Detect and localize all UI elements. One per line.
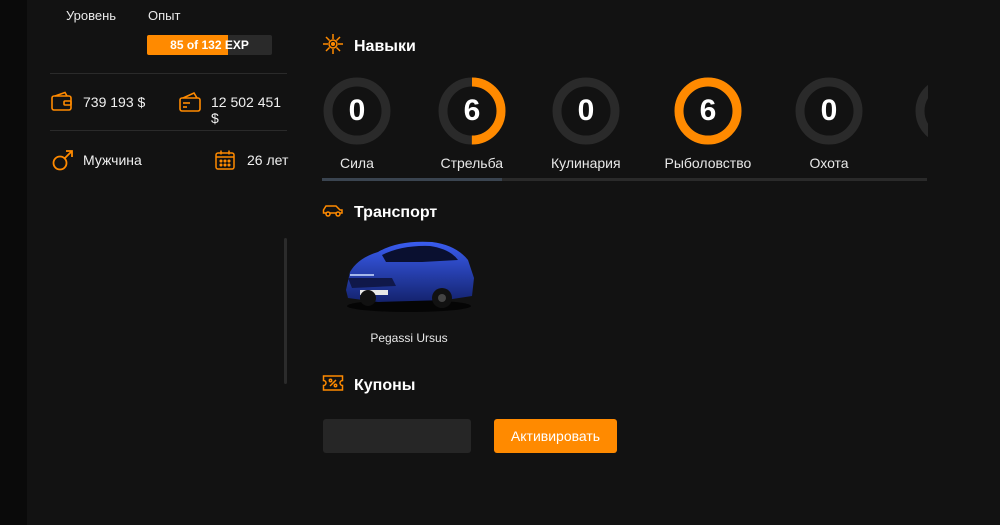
skills-scrollbar-thumb[interactable]	[322, 178, 502, 181]
skill-item[interactable]: 6 Стрельба	[437, 76, 507, 171]
age-value: 26 лет	[247, 152, 289, 168]
coupons-header: Купоны	[322, 374, 415, 397]
skill-level: 0	[820, 94, 838, 127]
divider	[50, 73, 287, 74]
car-icon	[322, 202, 344, 223]
skill-name: Рыболовство	[664, 155, 752, 171]
exp-label: Опыт	[148, 8, 181, 23]
divider	[50, 130, 287, 131]
skill-item[interactable]: 6 Рыболовство	[665, 76, 751, 171]
skill-item[interactable]: 0 Сила	[322, 76, 392, 171]
skills-icon	[322, 33, 344, 60]
skill-name: Охота	[809, 155, 849, 171]
wallet-icon	[50, 91, 74, 118]
cash-value: 739 193 $	[83, 94, 146, 110]
transport-header: Транспорт	[322, 202, 437, 223]
male-gender-icon	[51, 148, 75, 177]
skill-level: 0	[348, 94, 366, 127]
skill-name: Стрельба	[440, 155, 504, 171]
skill-level: 0	[914, 76, 928, 146]
skills-header: Навыки	[322, 33, 416, 60]
activate-coupon-button[interactable]: Активировать	[494, 419, 617, 453]
bank-card-icon	[178, 91, 202, 118]
coupon-icon	[322, 374, 344, 397]
sidebar-scrollbar[interactable]	[284, 238, 287, 384]
skill-item[interactable]: 0 Охота	[794, 76, 864, 171]
vehicle-card[interactable]: Pegassi Ursus	[334, 228, 484, 348]
skill-name: Кулинария	[551, 155, 621, 171]
vehicle-name: Pegassi Ursus	[370, 331, 448, 345]
skill-name: Сила	[340, 155, 374, 171]
skill-level: 0	[577, 94, 595, 127]
skill-item[interactable]: 0 Кулинария	[551, 76, 621, 171]
profile-sidebar: Уровень Опыт 85 of 132 EXP 739 193 $ 12 …	[0, 0, 290, 525]
coupon-code-input[interactable]	[323, 419, 471, 453]
vehicle-image	[334, 241, 484, 322]
gender-value: Мужчина	[83, 152, 142, 168]
level-label: Уровень	[66, 8, 117, 23]
skill-level: 6	[699, 94, 717, 127]
bank-value: 12 502 451 $	[211, 94, 282, 126]
skills-scrollbar[interactable]	[322, 178, 927, 181]
exp-progress-bar: 85 of 132 EXP	[147, 35, 272, 55]
transport-title: Транспорт	[354, 203, 438, 221]
coupons-title: Купоны	[354, 376, 416, 394]
skill-item[interactable]: 0По	[914, 76, 928, 146]
skill-level: 6	[463, 94, 481, 127]
calendar-icon	[214, 149, 236, 176]
skills-title: Навыки	[354, 37, 416, 55]
exp-progress-text: 85 of 132 EXP	[170, 38, 249, 52]
skills-list: 0 Сила 6 Стрельба 0 Кулинария 6 Рыболовство 0 Охо…	[322, 76, 928, 186]
